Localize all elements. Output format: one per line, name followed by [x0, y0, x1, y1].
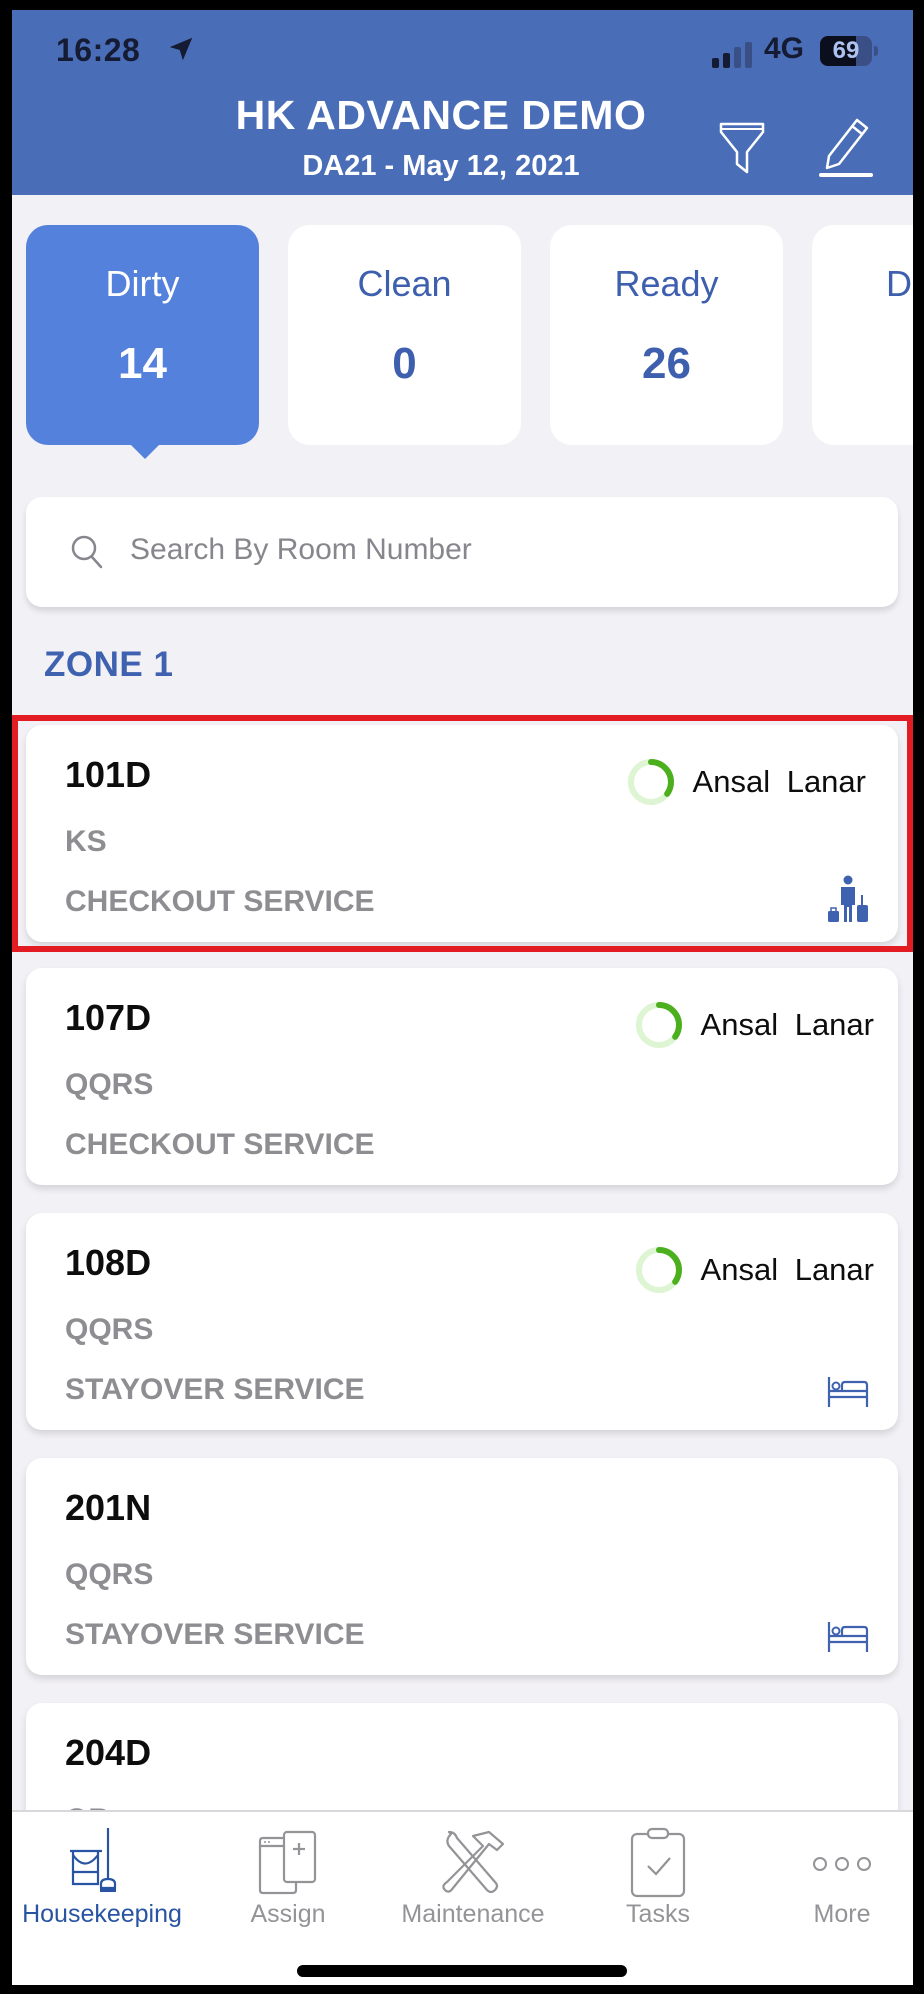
status-card-label: D: [886, 263, 912, 304]
room-assignee: Ansal Lanar: [625, 757, 866, 807]
status-card-count: 26: [642, 339, 691, 388]
room-type: QQRS: [65, 1068, 154, 1101]
battery-tip: [874, 46, 878, 56]
tab-housekeeping[interactable]: Housekeeping: [12, 1812, 192, 1942]
room-service: CHECKOUT SERVICE: [65, 885, 375, 918]
tab-label: Tasks: [626, 1900, 690, 1928]
checkout-traveler-icon: [828, 875, 868, 922]
room-number: 101D: [65, 754, 152, 795]
status-card-partial[interactable]: D: [812, 225, 913, 445]
filter-button[interactable]: [717, 120, 767, 176]
room-card[interactable]: 101D KS CHECKOUT SERVICE Ansal Lanar: [26, 725, 898, 942]
room-number: 204D: [65, 1732, 152, 1773]
room-number: 108D: [65, 1242, 152, 1283]
edit-button[interactable]: [817, 112, 875, 178]
status-card-label: Clean: [357, 263, 452, 304]
room-service: STAYOVER SERVICE: [65, 1373, 365, 1406]
room-assignee: Ansal Lanar: [633, 1000, 874, 1050]
status-card-dirty[interactable]: Dirty 14: [26, 225, 259, 459]
battery-indicator: 69: [820, 36, 872, 66]
room-type: KS: [65, 825, 107, 858]
search-placeholder: Search By Room Number: [130, 533, 472, 566]
room-service: STAYOVER SERVICE: [65, 1618, 365, 1651]
bottom-tab-bar: Housekeeping Assign Maintenance Tasks Mo…: [12, 1810, 913, 1985]
status-card-count: 0: [392, 339, 417, 388]
tab-tasks[interactable]: Tasks: [568, 1812, 748, 1942]
status-card-clean[interactable]: Clean 0: [288, 225, 521, 445]
progress-ring: [627, 759, 674, 805]
active-pointer: [130, 444, 160, 459]
room-number: 201N: [65, 1487, 152, 1528]
tab-label: Maintenance: [401, 1900, 545, 1928]
progress-ring: [635, 1247, 682, 1293]
status-filter-carousel[interactable]: Dirty 14 Clean 0 Ready 26 D: [26, 225, 913, 465]
wrench-hammer-icon: [442, 1830, 505, 1894]
status-card-label: Ready: [614, 263, 719, 304]
battery-percent: 69: [832, 37, 860, 64]
status-card-label: Dirty: [105, 263, 180, 304]
room-card[interactable]: 201N QQRS STAYOVER SERVICE: [26, 1458, 898, 1675]
tab-maintenance[interactable]: Maintenance: [383, 1812, 563, 1942]
room-type: QQRS: [65, 1313, 154, 1346]
location-arrow-icon: [169, 37, 193, 61]
room-type: QQRS: [65, 1558, 154, 1591]
bucket-mop-icon: [70, 1828, 117, 1892]
room-number: 107D: [65, 997, 152, 1038]
more-dots-icon: [813, 1857, 871, 1871]
room-service: CHECKOUT SERVICE: [65, 1128, 375, 1161]
assignee-name: Ansal Lanar: [692, 764, 866, 799]
edit-pencil-icon: [819, 118, 873, 177]
room-card[interactable]: 108D QQRS STAYOVER SERVICE Ansal Lanar: [26, 1213, 898, 1430]
zone-title: ZONE 1: [44, 645, 174, 684]
cellular-signal-icon: [712, 42, 752, 68]
app-screen: 16:28 4G 69 HK ADVANCE DEMO DA21 - May 1…: [12, 10, 913, 1985]
tab-assign[interactable]: Assign: [198, 1812, 378, 1942]
filter-icon: [719, 122, 765, 174]
status-card-count: 14: [118, 339, 167, 388]
room-assignee: Ansal Lanar: [633, 1245, 874, 1295]
bed-icon: [827, 1622, 869, 1652]
tab-label: Housekeeping: [22, 1900, 182, 1928]
search-icon: [71, 535, 103, 569]
home-indicator[interactable]: [297, 1965, 627, 1977]
assignee-name: Ansal Lanar: [700, 1007, 874, 1042]
tab-label: More: [813, 1900, 871, 1928]
app-header: 16:28 4G 69 HK ADVANCE DEMO DA21 - May 1…: [12, 10, 913, 195]
status-time: 16:28: [56, 32, 141, 68]
status-card-ready[interactable]: Ready 26: [550, 225, 783, 445]
assignee-name: Ansal Lanar: [700, 1252, 874, 1287]
assign-add-icon: [258, 1830, 317, 1895]
bed-icon: [827, 1377, 869, 1407]
search-input[interactable]: Search By Room Number: [26, 497, 898, 607]
progress-ring: [635, 1002, 682, 1048]
tab-more[interactable]: More: [752, 1812, 913, 1942]
network-type: 4G: [764, 32, 805, 65]
tab-label: Assign: [250, 1900, 326, 1928]
clipboard-check-icon: [630, 1827, 686, 1898]
room-card[interactable]: 107D QQRS CHECKOUT SERVICE Ansal Lanar: [26, 968, 898, 1185]
